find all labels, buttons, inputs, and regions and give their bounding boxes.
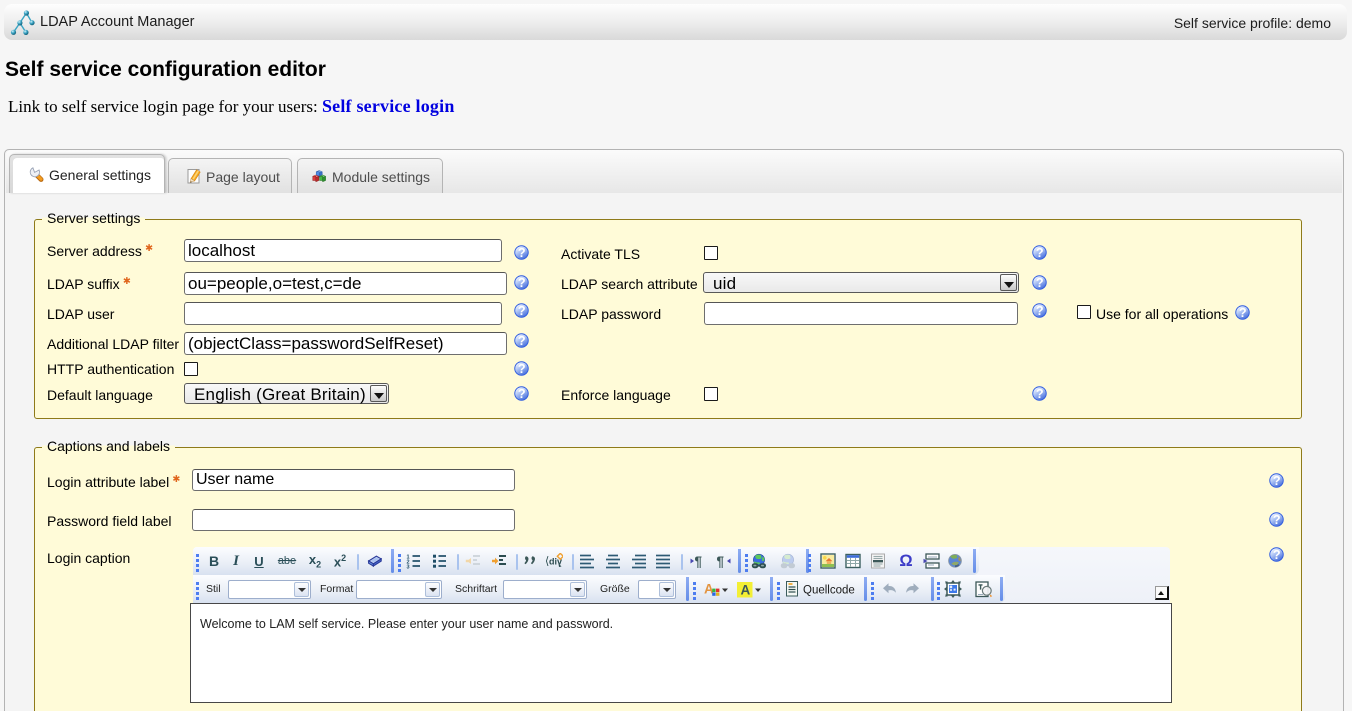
svg-text:?: ? (1273, 548, 1281, 562)
svg-text:?: ? (518, 334, 526, 348)
svg-text:?: ? (518, 276, 526, 290)
svg-text:?: ? (1036, 387, 1044, 401)
svg-text:A: A (741, 582, 751, 597)
svg-text:?: ? (518, 304, 526, 318)
svg-text:?: ? (518, 387, 526, 401)
svg-text:Quellcode: Quellcode (803, 585, 855, 597)
svg-text:div: div (549, 557, 562, 567)
svg-text:?: ? (518, 362, 526, 376)
svg-text:?: ? (518, 246, 526, 260)
svg-text:?: ? (1273, 474, 1281, 488)
svg-text:?: ? (1036, 276, 1044, 290)
svg-text:?: ? (1239, 306, 1247, 320)
svg-text:?: ? (1036, 304, 1044, 318)
svg-text:¶: ¶ (717, 554, 725, 569)
svg-text:?: ? (1273, 513, 1281, 527)
svg-text:¶: ¶ (695, 554, 703, 569)
svg-text:?: ? (1036, 246, 1044, 260)
svg-text:3: 3 (407, 565, 410, 570)
